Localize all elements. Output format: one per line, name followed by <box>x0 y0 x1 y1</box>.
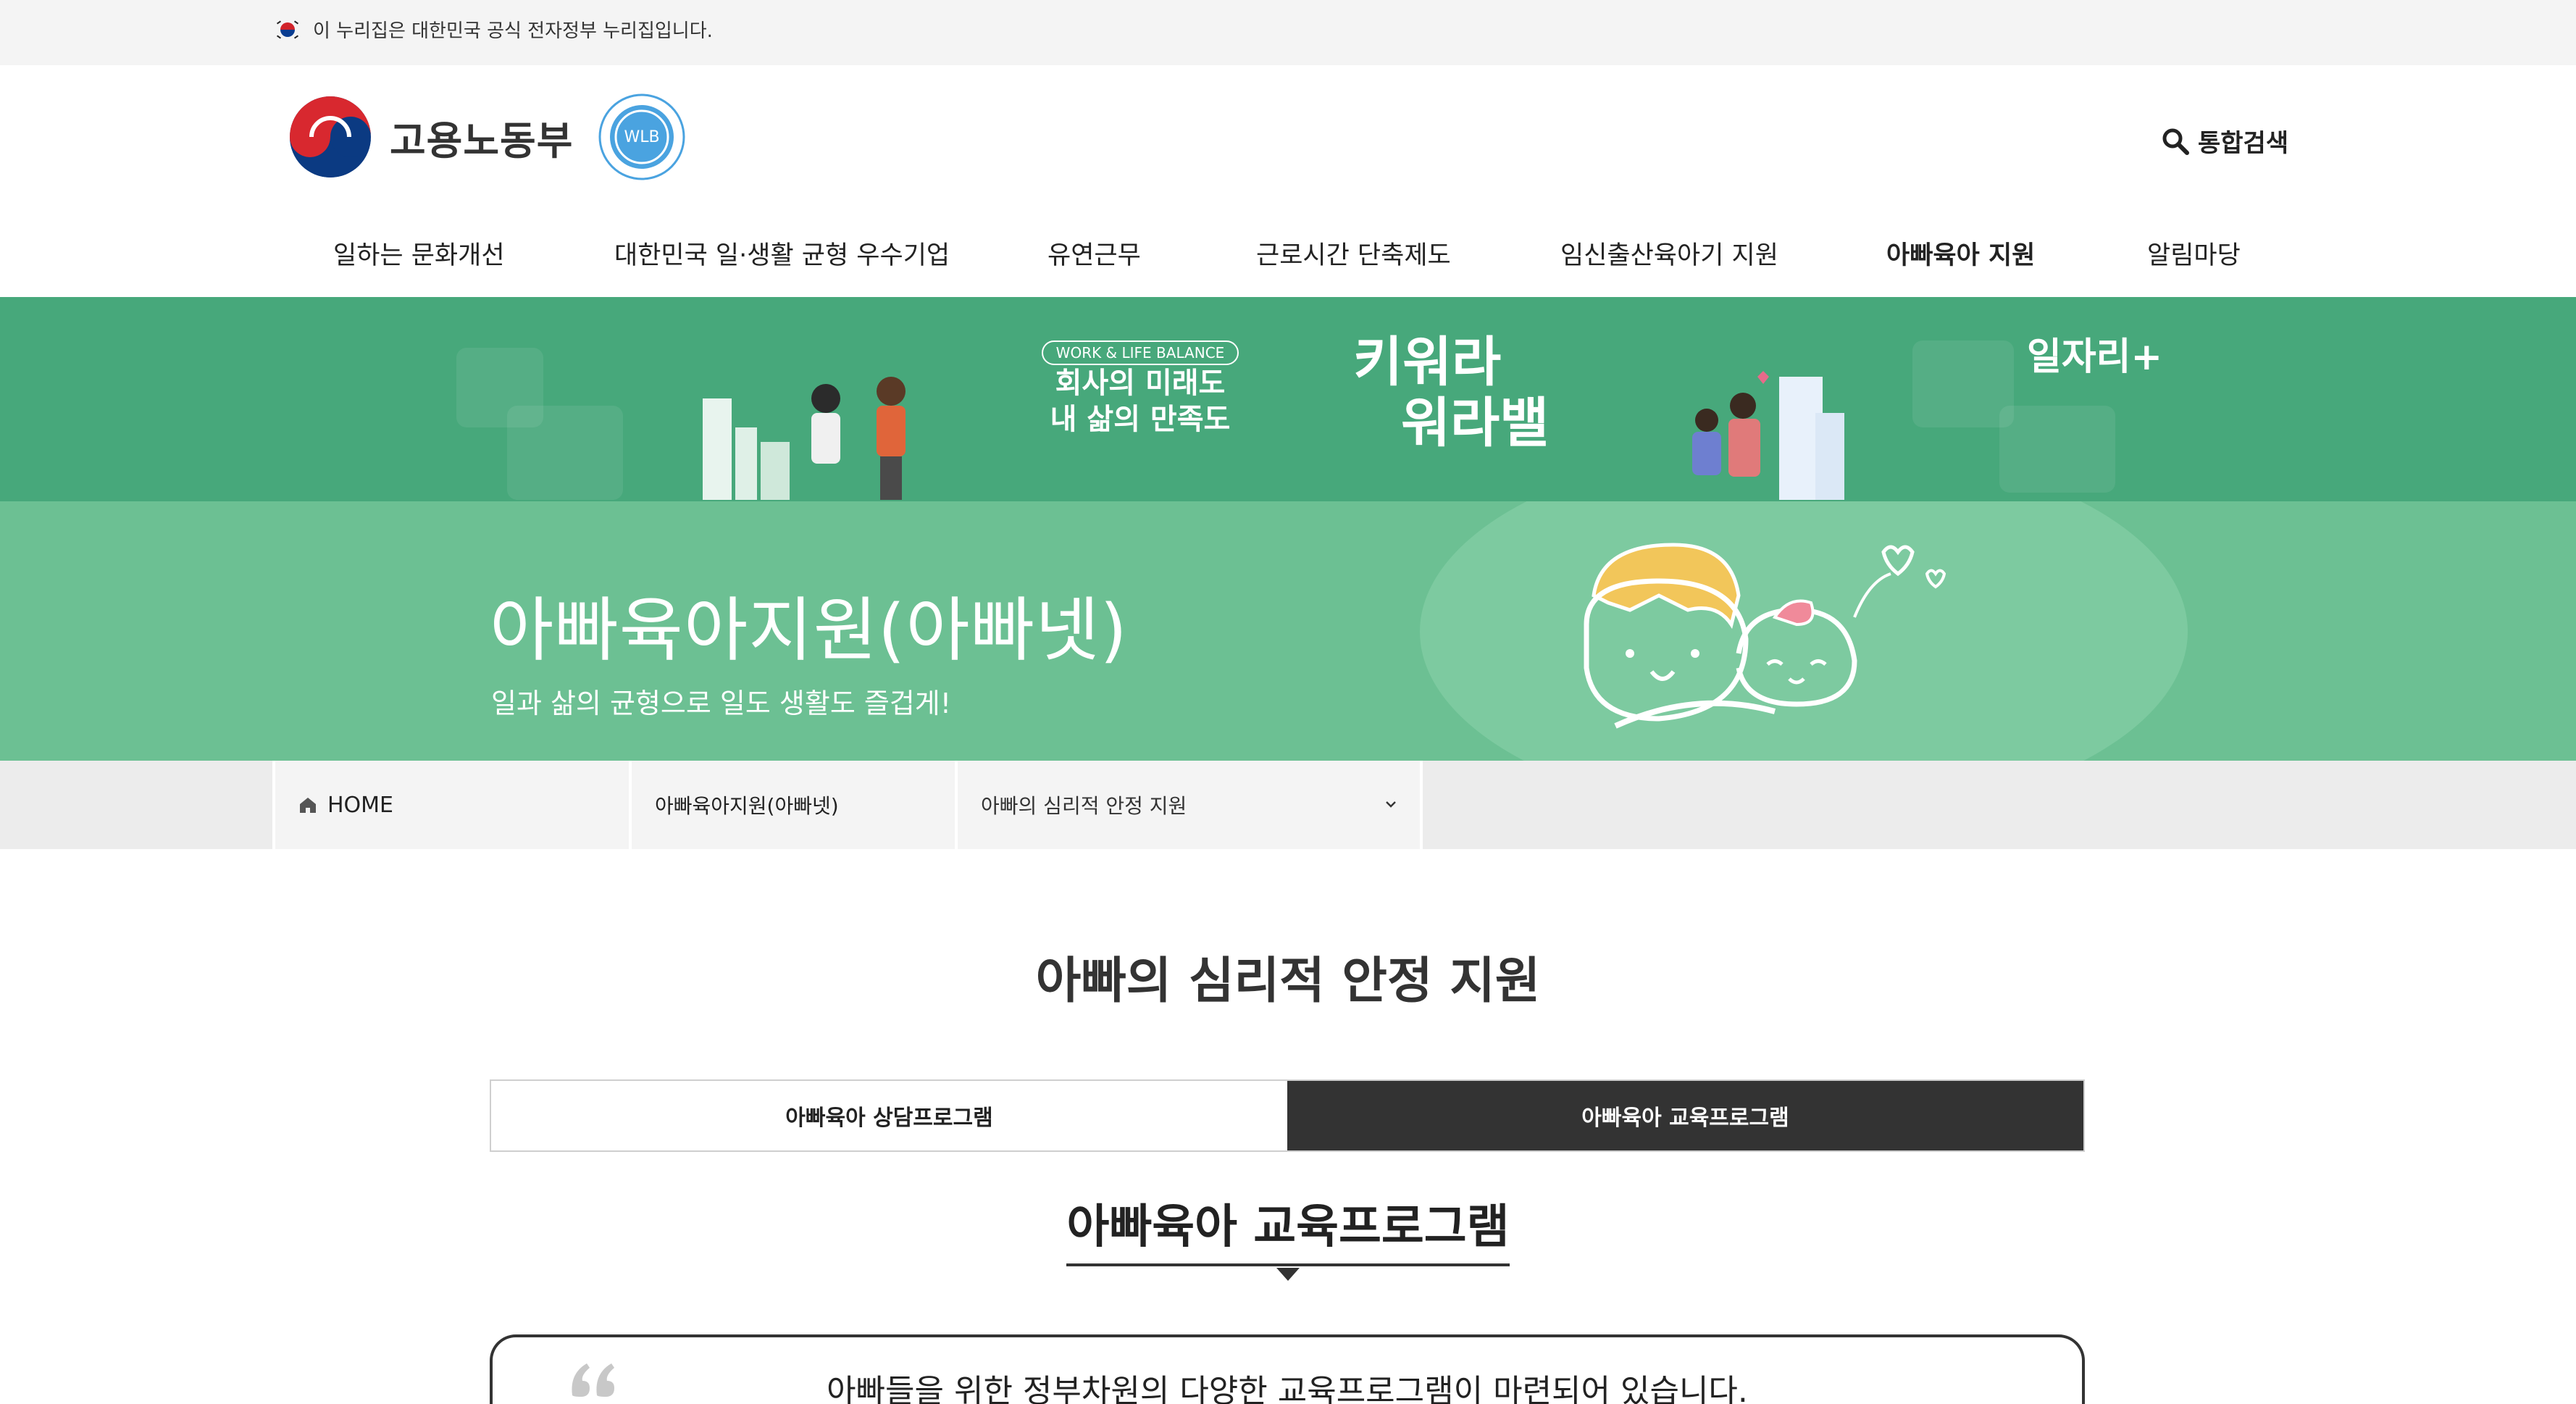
wlb-badge-text: WLB <box>624 128 660 146</box>
office-workers-illustration <box>703 377 906 500</box>
kiwora-line1: 키워라 <box>1353 331 1502 393</box>
search-label: 통합검색 <box>2198 129 2289 158</box>
page-title: 아빠의 심리적 안정 지원 <box>1035 953 1541 1010</box>
breadcrumb-depth1[interactable]: 아빠육아지원(아빠넷) <box>629 761 955 849</box>
gov-banner: 이 누리집은 대한민국 공식 전자정부 누리집입니다. <box>0 0 2576 65</box>
korea-flag-icon <box>275 17 300 42</box>
breadcrumb-depth2-select[interactable]: 아빠의 심리적 안정 지원 <box>955 761 1423 849</box>
gov-banner-text: 이 누리집은 대한민국 공식 전자정부 누리집입니다. <box>313 20 713 42</box>
home-icon <box>300 798 316 813</box>
section-title-wrap: 아빠육아 교육프로그램 <box>0 1190 2576 1281</box>
wlb-slogan-line2: 내 삶의 만족도 <box>1050 403 1231 436</box>
integrated-search-button[interactable]: 통합검색 <box>2160 123 2288 159</box>
nav-item-best-company[interactable]: 대한민국 일·생활 균형 우수기업 <box>614 235 950 272</box>
nav-item-notice[interactable]: 알림마당 <box>2147 235 2241 272</box>
tab-counseling-program[interactable]: 아빠육아 상담프로그램 <box>491 1081 1287 1150</box>
nav-item-pregnancy-support[interactable]: 임신출산육아기 지원 <box>1560 235 1778 272</box>
search-icon <box>2162 128 2189 155</box>
government-emblem-icon <box>290 96 371 177</box>
wlb-badge-icon: WLB <box>598 93 685 180</box>
main-navigation: 일하는 문화개선 대한민국 일·생활 균형 우수기업 유연근무 근로시간 단축제… <box>275 235 2304 278</box>
wlb-slogan-tag: WORK & LIFE BALANCE <box>1041 340 1239 365</box>
intro-box: 아빠들을 위한 정부차원의 다양한 교육프로그램이 마련되어 있습니다. <box>490 1334 2085 1404</box>
ministry-name: 고용노동부 <box>390 117 574 164</box>
hero-subtitle: 일과 삶의 균형으로 일도 생활도 즐겁게! <box>491 688 951 719</box>
kiwora-slogan: 키워라 워라밸 <box>1353 332 1549 454</box>
section-title: 아빠육아 교육프로그램 <box>1066 1190 1510 1281</box>
nav-item-working-hours[interactable]: 근로시간 단축제도 <box>1256 235 1451 272</box>
family-illustration <box>1692 371 1844 500</box>
breadcrumb-depth2-label: 아빠의 심리적 안정 지원 <box>981 794 1187 818</box>
hero-title: 아빠육아지원(아빠넷) <box>490 590 1128 671</box>
breadcrumb-home-label: HOME <box>327 792 394 818</box>
wlb-slogan: WORK & LIFE BALANCE 회사의 미래도 내 삶의 만족도 <box>1032 340 1249 464</box>
breadcrumb: HOME 아빠육아지원(아빠넷) 아빠의 심리적 안정 지원 <box>0 761 2576 849</box>
nav-item-work-culture[interactable]: 일하는 문화개선 <box>333 235 505 272</box>
site-header: 고용노동부 WLB 통합검색 일하는 문화개선 대한민국 일·생활 균형 우수기… <box>0 65 2576 297</box>
breadcrumb-home[interactable]: HOME <box>272 761 629 849</box>
site-logo[interactable]: 고용노동부 WLB <box>287 91 687 183</box>
nav-item-flexible-work[interactable]: 유연근무 <box>1047 235 1141 272</box>
intro-text: 아빠들을 위한 정부차원의 다양한 교육프로그램이 마련되어 있습니다. <box>827 1373 1748 1404</box>
hero-banner: 아빠육아지원(아빠넷) 일과 삶의 균형으로 일도 생활도 즐겁게! <box>0 501 2576 761</box>
dad-and-baby-mascot <box>1584 543 1946 729</box>
wlb-slogan-line1: 회사의 미래도 <box>1055 367 1226 400</box>
promo-banner[interactable]: WORK & LIFE BALANCE 회사의 미래도 내 삶의 만족도 키워라… <box>0 297 2576 501</box>
program-tabs: 아빠육아 상담프로그램 아빠육아 교육프로그램 <box>490 1079 2085 1152</box>
tab-education-program[interactable]: 아빠육아 교육프로그램 <box>1287 1081 2083 1150</box>
chevron-down-icon <box>1386 801 1396 808</box>
kiwora-line2: 워라밸 <box>1401 392 1550 454</box>
nav-item-dad-parenting[interactable]: 아빠육아 지원 <box>1886 235 2035 272</box>
jobplus-logo: 일자리+ <box>2027 335 2163 379</box>
